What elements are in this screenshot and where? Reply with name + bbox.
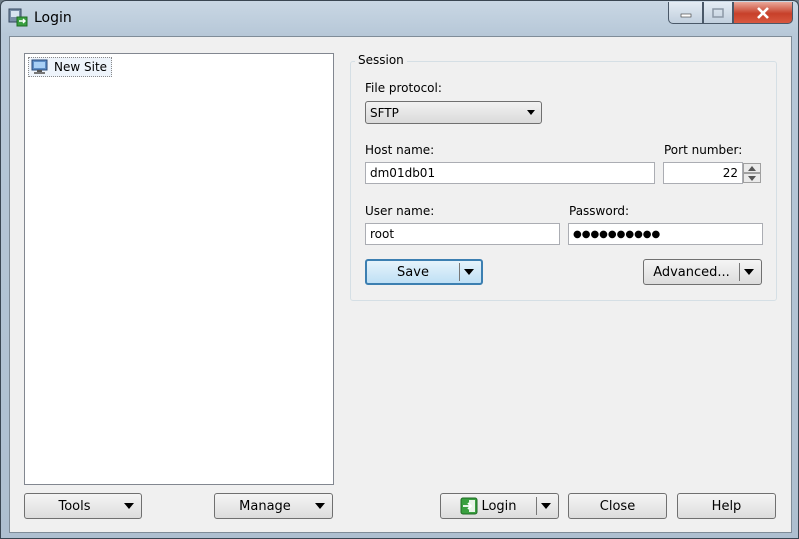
login-icon bbox=[460, 497, 478, 515]
chevron-down-icon bbox=[464, 269, 474, 275]
divider bbox=[739, 263, 740, 281]
spin-up-button[interactable] bbox=[743, 163, 761, 173]
close-icon bbox=[757, 6, 769, 19]
port-number-input[interactable]: 22 bbox=[663, 162, 743, 184]
login-button-label: Login bbox=[481, 498, 517, 514]
minimize-icon bbox=[680, 13, 691, 17]
port-spinner[interactable] bbox=[743, 163, 761, 183]
minimize-button[interactable] bbox=[668, 2, 703, 24]
tools-button-label: Tools bbox=[58, 498, 91, 514]
close-button[interactable]: Close bbox=[568, 493, 667, 519]
divider bbox=[459, 263, 460, 281]
caption-buttons bbox=[668, 2, 793, 24]
password-input[interactable]: ●●●●●●●●●● bbox=[568, 223, 763, 245]
chevron-down-icon bbox=[541, 503, 551, 509]
advanced-button[interactable]: Advanced... bbox=[643, 259, 762, 285]
site-tree[interactable]: New Site bbox=[24, 53, 334, 485]
title-bar[interactable]: Login bbox=[1, 1, 798, 35]
close-button-label: Close bbox=[599, 498, 636, 514]
password-label: Password: bbox=[569, 204, 630, 218]
computer-icon bbox=[31, 59, 48, 74]
app-icon bbox=[8, 7, 28, 27]
file-protocol-value: SFTP bbox=[370, 105, 399, 120]
chevron-down-icon bbox=[124, 503, 134, 509]
login-button[interactable]: Login bbox=[440, 493, 559, 519]
chevron-down-icon bbox=[315, 503, 325, 509]
login-button-content: Login bbox=[441, 497, 536, 515]
close-window-button[interactable] bbox=[733, 2, 793, 24]
host-name-label: Host name: bbox=[365, 143, 435, 157]
help-button-label: Help bbox=[711, 498, 742, 514]
chevron-down-icon bbox=[527, 109, 535, 115]
help-button[interactable]: Help bbox=[677, 493, 776, 519]
window-title: Login bbox=[34, 10, 72, 26]
manage-button[interactable]: Manage bbox=[214, 493, 333, 519]
port-number-label: Port number: bbox=[664, 143, 743, 157]
user-name-input[interactable]: root bbox=[365, 223, 560, 245]
host-name-input[interactable]: dm01db01 bbox=[365, 162, 655, 184]
save-button-label: Save bbox=[397, 264, 429, 280]
divider bbox=[536, 497, 537, 515]
chevron-down-icon bbox=[748, 175, 756, 181]
chevron-up-icon bbox=[748, 165, 756, 171]
session-group-title: Session bbox=[355, 53, 407, 67]
site-item-new-site[interactable]: New Site bbox=[28, 57, 113, 77]
tools-button[interactable]: Tools bbox=[24, 493, 142, 519]
chevron-down-icon bbox=[744, 269, 754, 275]
user-name-label: User name: bbox=[365, 204, 435, 218]
spin-down-button[interactable] bbox=[743, 173, 761, 183]
file-protocol-label: File protocol: bbox=[365, 81, 442, 95]
save-button[interactable]: Save bbox=[365, 259, 483, 285]
maximize-button[interactable] bbox=[703, 2, 733, 24]
advanced-button-label: Advanced... bbox=[653, 264, 730, 280]
site-item-label: New Site bbox=[54, 60, 108, 74]
manage-button-label: Manage bbox=[239, 498, 291, 514]
dialog-client: New Site Session File protocol: SFTP Hos… bbox=[9, 36, 792, 533]
login-window: Login New Site Session File protocol: SF… bbox=[0, 0, 799, 539]
file-protocol-select[interactable]: SFTP bbox=[365, 101, 542, 124]
maximize-icon bbox=[712, 7, 724, 18]
